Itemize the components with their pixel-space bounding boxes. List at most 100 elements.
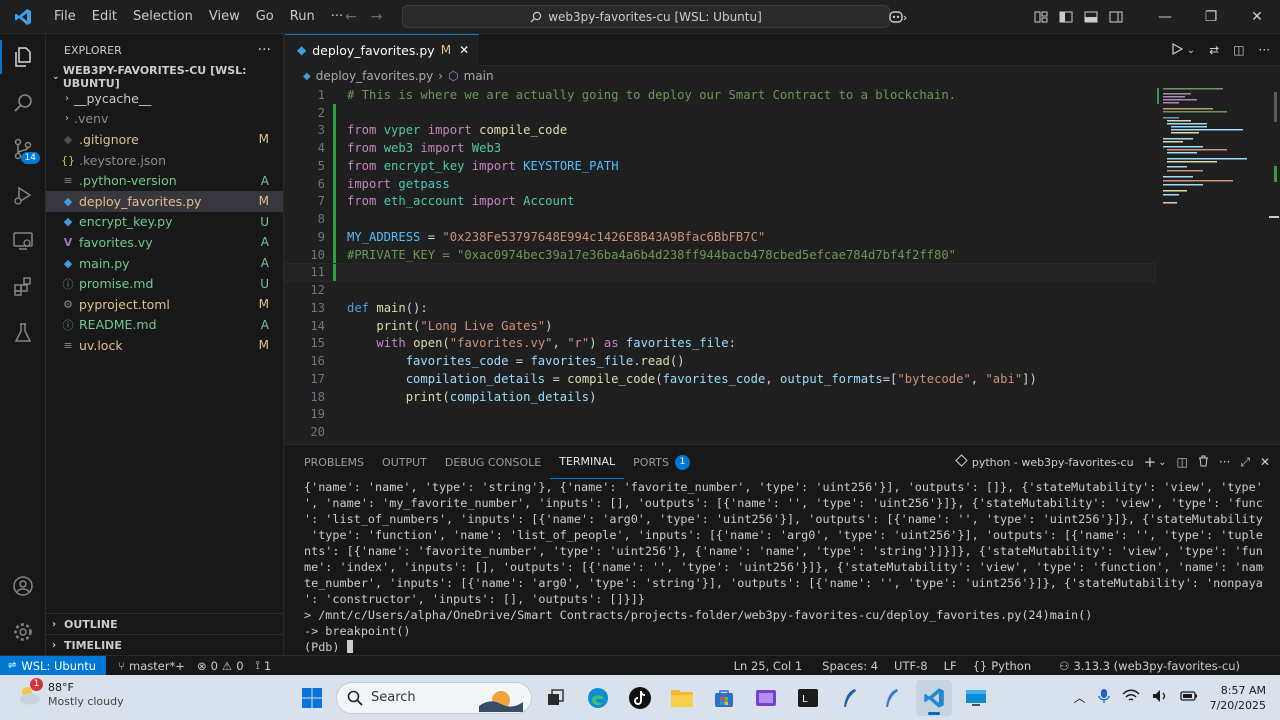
problems-indicator[interactable]: ⊗ 0 ⚠ 0 [191,659,250,673]
search-view-icon[interactable] [0,80,46,126]
tree-item-promise-md[interactable]: ⓘ promise.md U [46,273,283,294]
new-terminal-icon[interactable]: + [1144,453,1157,471]
settings-gear-icon[interactable] [0,609,46,655]
store-icon[interactable] [706,680,742,716]
python-interpreter[interactable]: ⚇ 3.13.3 (web3py-favorites-cu) [1053,659,1246,673]
cursor-position[interactable]: Ln 25, Col 1 [728,659,809,673]
trash-icon[interactable] [1198,455,1209,470]
clock[interactable]: 8:57 AM 7/20/2025 [1210,683,1266,713]
ports-indicator[interactable]: ⟟ 1 [250,658,278,673]
minimize-button[interactable]: — [1142,0,1188,34]
indentation[interactable]: Spaces: 4 [816,659,884,673]
editor-more-icon[interactable]: ··· [1259,43,1270,57]
run-debug-icon[interactable] [0,172,46,218]
volume-icon[interactable] [1152,689,1168,706]
tiktok-icon[interactable] [622,680,658,716]
chevron-down-icon[interactable]: ⌄ [1158,457,1166,468]
feather-pen-icon[interactable] [832,680,868,716]
panel-more-icon[interactable]: ··· [1219,455,1230,469]
tree-item-main-py[interactable]: ◆ main.py A [46,253,283,274]
toggle-secondary-sidebar-icon[interactable] [1103,0,1128,34]
split-terminal-icon[interactable]: ◫ [1177,455,1188,469]
tab-output[interactable]: OUTPUT [373,445,436,479]
end-of-line[interactable]: LF [938,659,963,673]
menu-view[interactable]: View [201,0,248,34]
terminal-output[interactable]: {'name': 'name', 'type': 'string'}, {'na… [304,480,1264,656]
outline-section[interactable]: › OUTLINE [46,613,284,635]
restore-button[interactable]: ❐ [1188,0,1234,34]
customize-layout-icon[interactable] [1028,0,1053,34]
feather-pen-icon-2[interactable] [874,680,910,716]
tree-item-venv[interactable]: › .venv [46,109,283,130]
project-header[interactable]: ⌄ WEB3PY-FAVORITES-CU [WSL: UBUNTU] [46,64,283,90]
close-window-button[interactable]: ✕ [1234,0,1280,34]
menu-edit[interactable]: Edit [84,0,125,34]
tree-item-encrypt-key[interactable]: ◆ encrypt_key.py U [46,212,283,233]
terminal-name[interactable]: python - web3py-favorites-cu [972,456,1134,469]
file-explorer-icon[interactable] [664,680,700,716]
minimap[interactable] [1157,86,1267,216]
chevron-up-icon[interactable]: ︿ [1074,689,1086,706]
remote-indicator[interactable]: ⇌ WSL: Ubuntu [0,655,107,676]
start-windows-icon[interactable] [294,680,330,716]
remote-explorer-icon[interactable] [0,218,46,264]
tree-item-readme[interactable]: ⓘ README.md A [46,315,283,336]
breadcrumb-file[interactable]: deploy_favorites.py [316,69,434,83]
branch-indicator[interactable]: ⑂ master*+ [112,659,191,673]
tree-item-keystore-json[interactable]: {} .keystore.json [46,150,283,171]
tab-terminal[interactable]: TERMINAL [550,445,625,479]
accounts-icon[interactable] [0,563,46,609]
vscode-logo-icon[interactable] [0,0,46,34]
tab-debug-console[interactable]: DEBUG CONSOLE [436,445,550,479]
menu-run[interactable]: Run [282,0,323,34]
tree-item-gitignore[interactable]: ◆ .gitignore M [46,129,283,150]
editor-scrollbar[interactable] [1268,86,1280,444]
menu-selection[interactable]: Selection [125,0,201,34]
purple-app-icon[interactable] [748,680,784,716]
code-editor[interactable]: 1 # This is where we are actually going t… [284,86,1156,441]
remote-desktop-icon[interactable] [958,680,994,716]
tab-problems[interactable]: PROBLEMS [295,445,373,479]
tree-item-pyproject[interactable]: ⚙ pyproject.toml M [46,294,283,315]
close-panel-icon[interactable]: ✕ [1260,455,1270,469]
close-icon[interactable]: ✕ [459,43,469,57]
menu-file[interactable]: File [46,0,84,34]
testing-flask-icon[interactable] [0,310,46,356]
explorer-more-icon[interactable]: ··· [258,42,271,58]
extensions-icon[interactable] [0,264,46,310]
tree-item-pycache[interactable]: › __pycache__ [46,88,283,109]
tree-item-favorites-vy[interactable]: V favorites.vy A [46,232,283,253]
maximize-panel-icon[interactable]: ⤢ [1240,455,1250,470]
tab-ports[interactable]: PORTS 1 [624,445,699,479]
compare-changes-icon[interactable]: ⇄ [1209,43,1219,57]
edge-browser-icon[interactable] [580,680,616,716]
weather-widget[interactable]: 1 88°F Mostly cloudy [16,678,124,709]
toggle-sidebar-icon[interactable] [1053,0,1078,34]
back-arrow-icon[interactable]: ← [345,9,357,25]
tree-item-uv-lock[interactable]: ≡ uv.lock M [46,335,283,356]
tree-item-python-version[interactable]: ≡ .python-version A [46,170,283,191]
forward-arrow-icon[interactable]: → [371,9,383,25]
source-control-icon[interactable]: 14 [0,126,46,172]
battery-icon[interactable] [1179,690,1198,705]
run-file-icon[interactable] [1171,42,1183,58]
tree-item-deploy-favorites[interactable]: ◆ deploy_favorites.py M [46,190,283,212]
split-editor-icon[interactable]: ◫ [1233,43,1244,57]
terminal-app-icon[interactable]: L [790,680,826,716]
explorer-icon[interactable] [0,34,46,80]
breadcrumb-symbol[interactable]: main [464,69,494,83]
vscode-taskbar-icon[interactable] [916,679,952,716]
timeline-section[interactable]: › TIMELINE [46,634,284,656]
command-center[interactable]: web3py-favorites-cu [WSL: Ubuntu] [402,5,890,28]
task-view-icon[interactable] [538,680,574,716]
language-mode[interactable]: {} Python [967,659,1038,673]
chevron-down-icon[interactable]: ⌄ [1187,45,1195,56]
microphone-icon[interactable] [1097,688,1110,707]
taskbar-search[interactable]: Search [336,681,532,714]
toggle-panel-icon[interactable] [1078,0,1103,34]
menu-go[interactable]: Go [248,0,282,34]
tab-deploy-favorites[interactable]: ◆ deploy_favorites.py M ✕ [285,33,480,66]
wifi-icon[interactable] [1122,689,1140,706]
encoding[interactable]: UTF-8 [888,659,934,673]
copilot-icon[interactable] [878,0,918,34]
